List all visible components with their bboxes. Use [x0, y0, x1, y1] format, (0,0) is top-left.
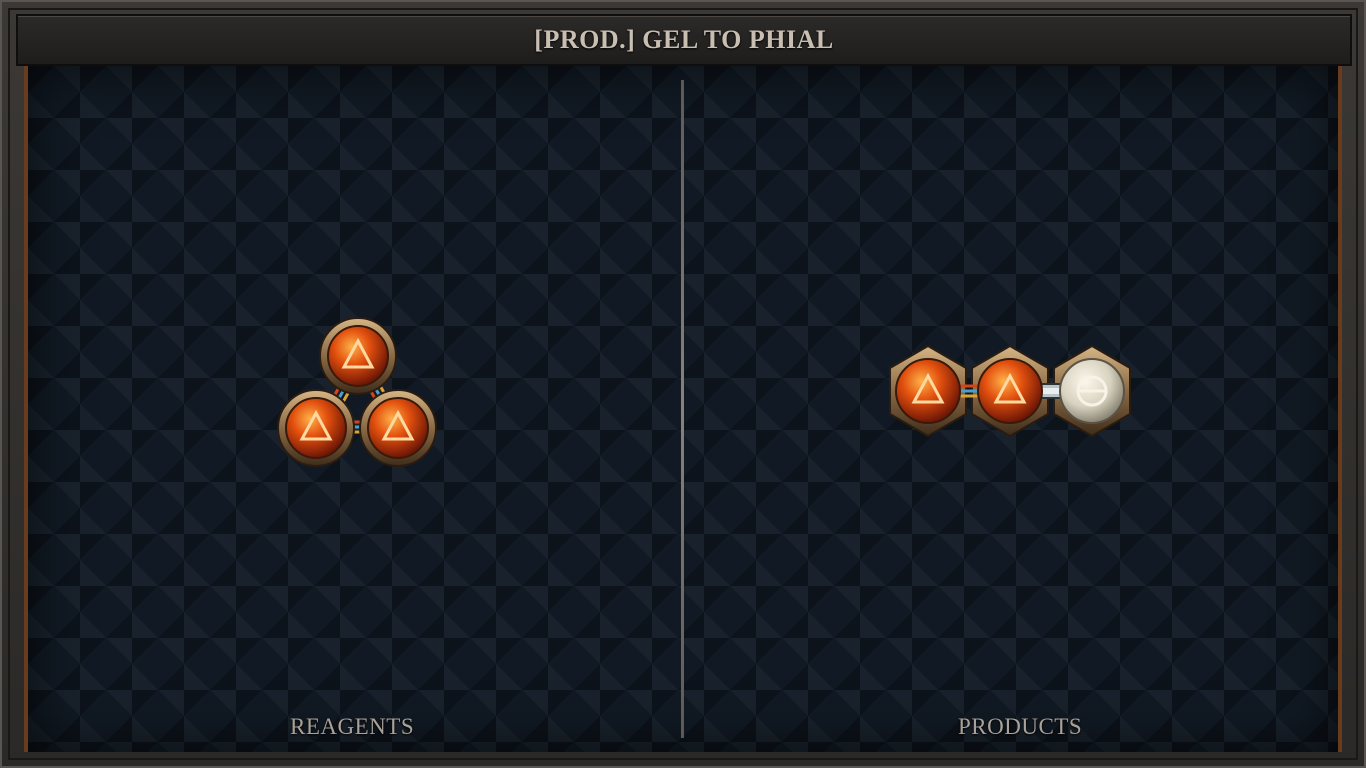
salt-atom: [1059, 358, 1125, 424]
fire-atom: [895, 358, 961, 424]
reagents-label: REAGENTS: [290, 714, 415, 739]
fire-atom: [319, 317, 397, 395]
fire-atom: [977, 358, 1043, 424]
product-molecule[interactable]: [882, 340, 1138, 444]
normal-bond: [1039, 383, 1063, 399]
zone-divider: [681, 80, 684, 738]
title-bar: [PROD.] GEL TO PHIAL: [16, 14, 1352, 66]
products-label: PRODUCTS: [958, 714, 1083, 739]
reagent-molecule[interactable]: [270, 310, 450, 480]
page-title: [PROD.] GEL TO PHIAL: [534, 25, 834, 54]
triplex-bond: [960, 384, 978, 398]
fire-atom: [277, 389, 355, 467]
fire-atom: [359, 389, 437, 467]
